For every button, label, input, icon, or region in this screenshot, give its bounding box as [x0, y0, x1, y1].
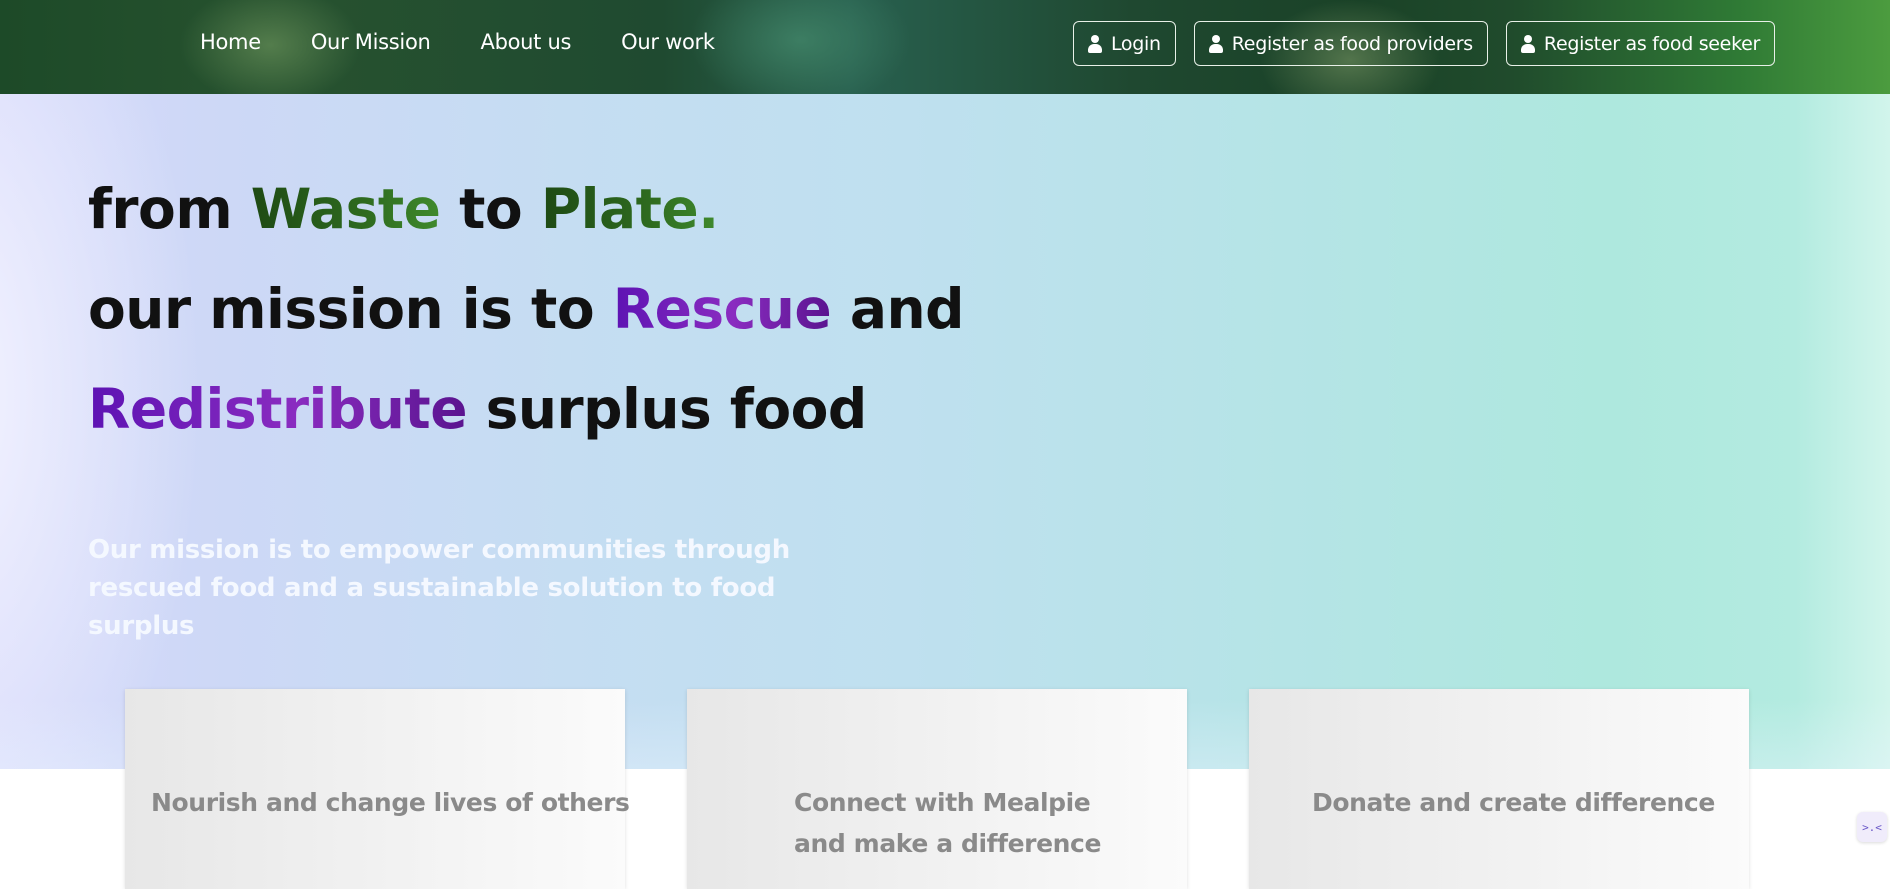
user-icon: [1087, 34, 1102, 53]
feature-card-title: Nourish and change lives of others: [151, 788, 630, 817]
assistant-widget-button[interactable]: >.<: [1857, 812, 1887, 842]
login-button-label: Login: [1110, 32, 1161, 55]
hero-text: our mission is to: [88, 277, 613, 341]
hero-subtitle: Our mission is to empower communities th…: [88, 535, 790, 641]
nav-link-about-us[interactable]: About us: [481, 30, 572, 54]
user-icon: [1208, 34, 1223, 53]
register-food-provider-button[interactable]: Register as food providers: [1193, 21, 1488, 66]
feature-card-connect: Connect with Mealpie and make a differen…: [687, 689, 1187, 889]
hero-highlight-rescue: Rescue: [612, 277, 832, 341]
register-food-seeker-label: Register as food seeker: [1543, 32, 1760, 55]
nav-link-our-mission[interactable]: Our Mission: [311, 30, 431, 54]
nav-links: Home Our Mission About us Our work: [200, 30, 765, 54]
assistant-icon: >.<: [1862, 820, 1882, 834]
feature-card-title: Donate and create difference: [1312, 788, 1715, 817]
hero-section: from Waste to Plate. our mission is to R…: [0, 94, 1890, 769]
user-icon: [1520, 34, 1535, 53]
hero-text: and: [831, 277, 965, 341]
register-food-provider-label: Register as food providers: [1231, 32, 1473, 55]
hero-text: to: [440, 177, 541, 241]
hero-highlight-waste: Waste: [250, 177, 441, 241]
nav-link-home[interactable]: Home: [200, 30, 261, 54]
nav-link-our-work[interactable]: Our work: [621, 30, 715, 54]
nav-buttons: Login Register as food providers Registe…: [1055, 21, 1775, 66]
login-button[interactable]: Login: [1072, 21, 1176, 66]
hero-text: from: [88, 177, 251, 241]
hero-highlight-redistribute: Redistribute: [88, 377, 468, 441]
hero-headline-line-2: our mission is to Rescue and: [88, 277, 965, 341]
register-food-seeker-button[interactable]: Register as food seeker: [1505, 21, 1775, 66]
top-navbar: Home Our Mission About us Our work Login…: [0, 0, 1890, 94]
feature-card-title: Connect with Mealpie and make a differen…: [794, 788, 1102, 858]
hero-headline-line-1: from Waste to Plate.: [88, 177, 719, 241]
hero-headline-line-3: Redistribute surplus food: [88, 377, 867, 441]
hero-highlight-plate: Plate.: [540, 177, 719, 241]
hero-text: surplus food: [467, 377, 868, 441]
feature-card-donate: Donate and create difference: [1249, 689, 1749, 889]
feature-card-nourish: Nourish and change lives of others: [125, 689, 630, 889]
